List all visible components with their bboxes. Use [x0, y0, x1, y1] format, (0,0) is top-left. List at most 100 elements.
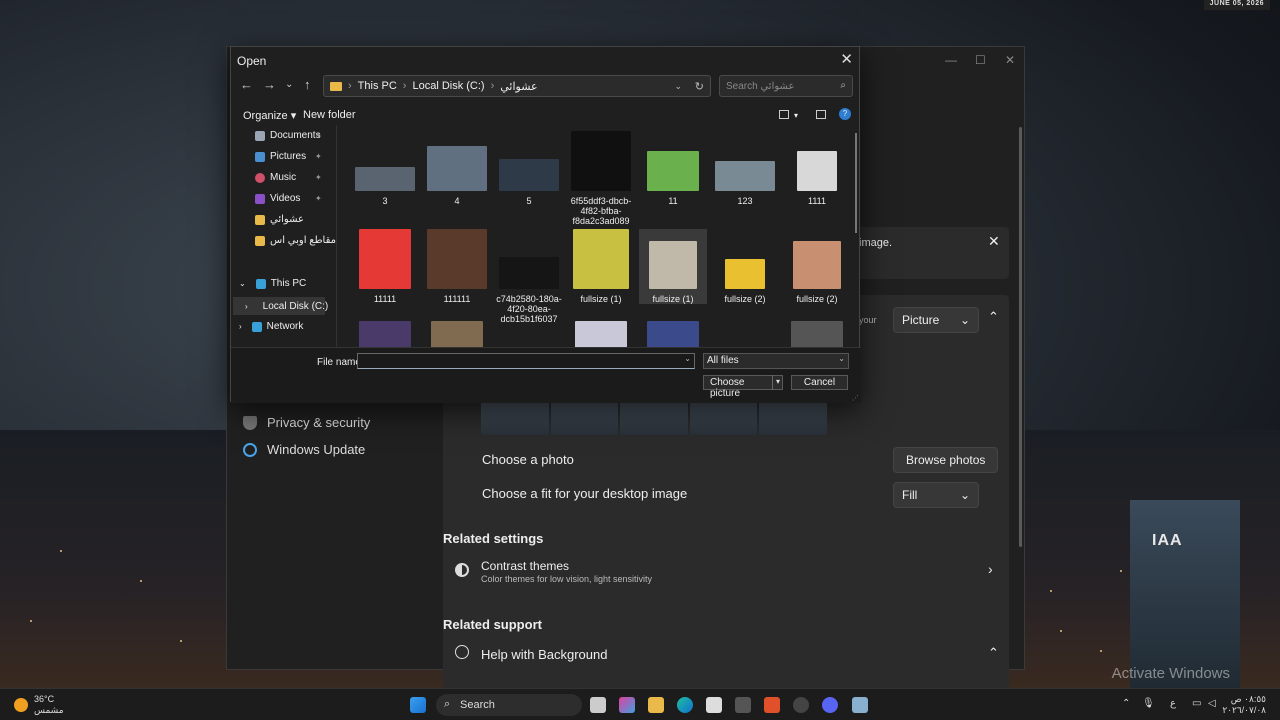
file-name-input[interactable]: ⌄: [357, 353, 695, 369]
recent-image[interactable]: [481, 399, 549, 435]
sidebar-item-music[interactable]: Music: [255, 172, 296, 183]
help-icon[interactable]: ?: [839, 108, 851, 120]
volume-icon[interactable]: ◁: [1208, 698, 1216, 709]
sidebar-item-documents[interactable]: Documents: [255, 130, 321, 141]
brave-icon[interactable]: [764, 697, 780, 713]
choose-photo-label: Choose a photo: [482, 452, 574, 467]
maximize-icon[interactable]: ☐: [975, 53, 986, 67]
sidebar-item-folder[interactable]: عشوائي: [255, 214, 304, 225]
chevron-down-icon[interactable]: ⌄: [674, 81, 682, 92]
sidebar-item-this-pc[interactable]: ⌄ This PC: [239, 278, 306, 289]
sidebar-item-pictures[interactable]: Pictures: [255, 151, 306, 162]
view-options-icon[interactable]: [779, 110, 789, 119]
nav-windows-update[interactable]: Windows Update: [243, 442, 365, 457]
file-item[interactable]: 1111: [783, 131, 851, 206]
organize-button[interactable]: Organize ▾: [243, 109, 296, 122]
file-item[interactable]: fullsize (1): [639, 229, 707, 304]
file-thumbnail: [797, 151, 837, 191]
file-item[interactable]: c74b2580-180a-4f20-80ea-dcb15b1f6037: [495, 229, 563, 324]
file-item[interactable]: 4: [423, 131, 491, 206]
forward-icon[interactable]: →: [263, 77, 276, 92]
file-item[interactable]: fullsize (2): [711, 229, 779, 304]
weather-widget[interactable]: 36°C مشمس: [34, 694, 64, 716]
chevron-down-icon[interactable]: ▾: [772, 375, 783, 390]
file-type-select[interactable]: All files ⌄: [703, 353, 849, 369]
help-background-row[interactable]: Help with Background ⌃: [443, 635, 1009, 671]
search-input[interactable]: Search عشوائي ⌕: [719, 75, 853, 97]
close-icon[interactable]: ✕: [840, 50, 853, 68]
close-tip-icon[interactable]: ✕: [988, 233, 1000, 250]
sun-icon[interactable]: [14, 698, 28, 712]
breadcrumb-item[interactable]: عشوائي: [500, 80, 537, 93]
store-icon[interactable]: [706, 697, 722, 713]
file-item[interactable]: [351, 321, 419, 347]
nav-privacy-security[interactable]: Privacy & security: [243, 415, 370, 430]
recent-image[interactable]: [550, 399, 619, 435]
start-icon[interactable]: [410, 697, 426, 713]
file-item[interactable]: 5: [495, 131, 563, 206]
cancel-button[interactable]: Cancel: [791, 375, 848, 390]
minimize-icon[interactable]: —: [945, 53, 957, 67]
microphone-icon[interactable]: 🎙: [1142, 698, 1155, 709]
breadcrumb-item[interactable]: This PC: [358, 80, 397, 92]
file-item[interactable]: 111111: [423, 229, 491, 304]
chevron-down-icon[interactable]: ▾: [794, 111, 798, 120]
network-icon: [251, 321, 262, 332]
sidebar-item-label: Videos: [270, 193, 301, 204]
back-icon[interactable]: ←: [240, 77, 253, 92]
app-icon[interactable]: [735, 697, 751, 713]
clock[interactable]: ٠٨:٥٥ ص ٢٠٢٦/٠٧/٠٨: [1222, 694, 1266, 716]
file-thumbnail: [359, 321, 411, 347]
language-indicator[interactable]: ع: [1170, 698, 1176, 709]
file-item[interactable]: [567, 321, 635, 347]
background-type-select[interactable]: Picture ⌄: [893, 307, 979, 333]
sidebar-item-local-disk[interactable]: › Local Disk (C:): [233, 297, 328, 315]
file-item[interactable]: 11: [639, 131, 707, 206]
file-grid-scrollbar[interactable]: [855, 133, 857, 233]
fit-select[interactable]: Fill ⌄: [893, 482, 979, 508]
file-name: 6f55ddf3-dbcb-4f82-bfba-f8da2c3ad089: [570, 196, 632, 226]
discord-icon[interactable]: [822, 697, 838, 713]
choose-picture-button[interactable]: Choose picture: [703, 375, 783, 399]
file-item[interactable]: 3: [351, 131, 419, 206]
file-item[interactable]: [639, 321, 707, 347]
file-item[interactable]: 6f55ddf3-dbcb-4f82-bfba-f8da2c3ad089: [567, 131, 635, 226]
file-item[interactable]: fullsize (1): [567, 229, 635, 304]
close-icon[interactable]: ✕: [1005, 53, 1015, 67]
recent-image[interactable]: [620, 399, 688, 435]
breadcrumb-item[interactable]: Local Disk (C:): [412, 80, 484, 92]
sidebar-item-folder[interactable]: مقاطع اوبي اس: [255, 235, 336, 246]
sidebar-item-network[interactable]: › Network: [239, 321, 303, 332]
file-item[interactable]: fullsize (2): [783, 229, 851, 304]
app-icon[interactable]: [793, 697, 809, 713]
taskbar-search[interactable]: ⌕ Search: [436, 694, 582, 716]
chevron-right-icon: ›: [245, 301, 248, 311]
chevron-up-icon[interactable]: ⌃: [1122, 698, 1130, 709]
nav-label: Privacy & security: [267, 415, 371, 430]
task-view-icon[interactable]: [590, 697, 606, 713]
resize-grip-icon[interactable]: ⋰: [852, 394, 859, 402]
sidebar-item-videos[interactable]: Videos: [255, 193, 300, 204]
network-icon[interactable]: ▭: [1192, 698, 1201, 709]
settings-icon[interactable]: [852, 697, 868, 713]
new-folder-button[interactable]: New folder: [303, 109, 356, 121]
file-item[interactable]: 123: [711, 131, 779, 206]
chevron-up-icon[interactable]: ⌃: [988, 309, 999, 325]
recent-image[interactable]: [759, 399, 827, 435]
refresh-icon[interactable]: ↻: [695, 80, 704, 93]
settings-scrollbar[interactable]: [1019, 127, 1022, 547]
chevron-up-icon[interactable]: ⌃: [988, 645, 999, 661]
file-item[interactable]: [783, 321, 851, 347]
address-bar[interactable]: › This PC › Local Disk (C:) › عشوائي ⌄ ↻: [323, 75, 711, 97]
file-item[interactable]: 11111: [351, 229, 419, 304]
recent-image[interactable]: [689, 399, 758, 435]
preview-pane-icon[interactable]: [816, 110, 826, 119]
copilot-icon[interactable]: [619, 697, 635, 713]
recent-locations-icon[interactable]: ⌄: [285, 79, 293, 90]
edge-icon[interactable]: [677, 697, 693, 713]
contrast-themes-row[interactable]: Contrast themes Color themes for low vis…: [443, 549, 1009, 593]
file-explorer-icon[interactable]: [648, 697, 664, 713]
file-item[interactable]: [423, 321, 491, 347]
up-icon[interactable]: ↑: [304, 77, 311, 92]
browse-photos-button[interactable]: Browse photos: [893, 447, 999, 473]
